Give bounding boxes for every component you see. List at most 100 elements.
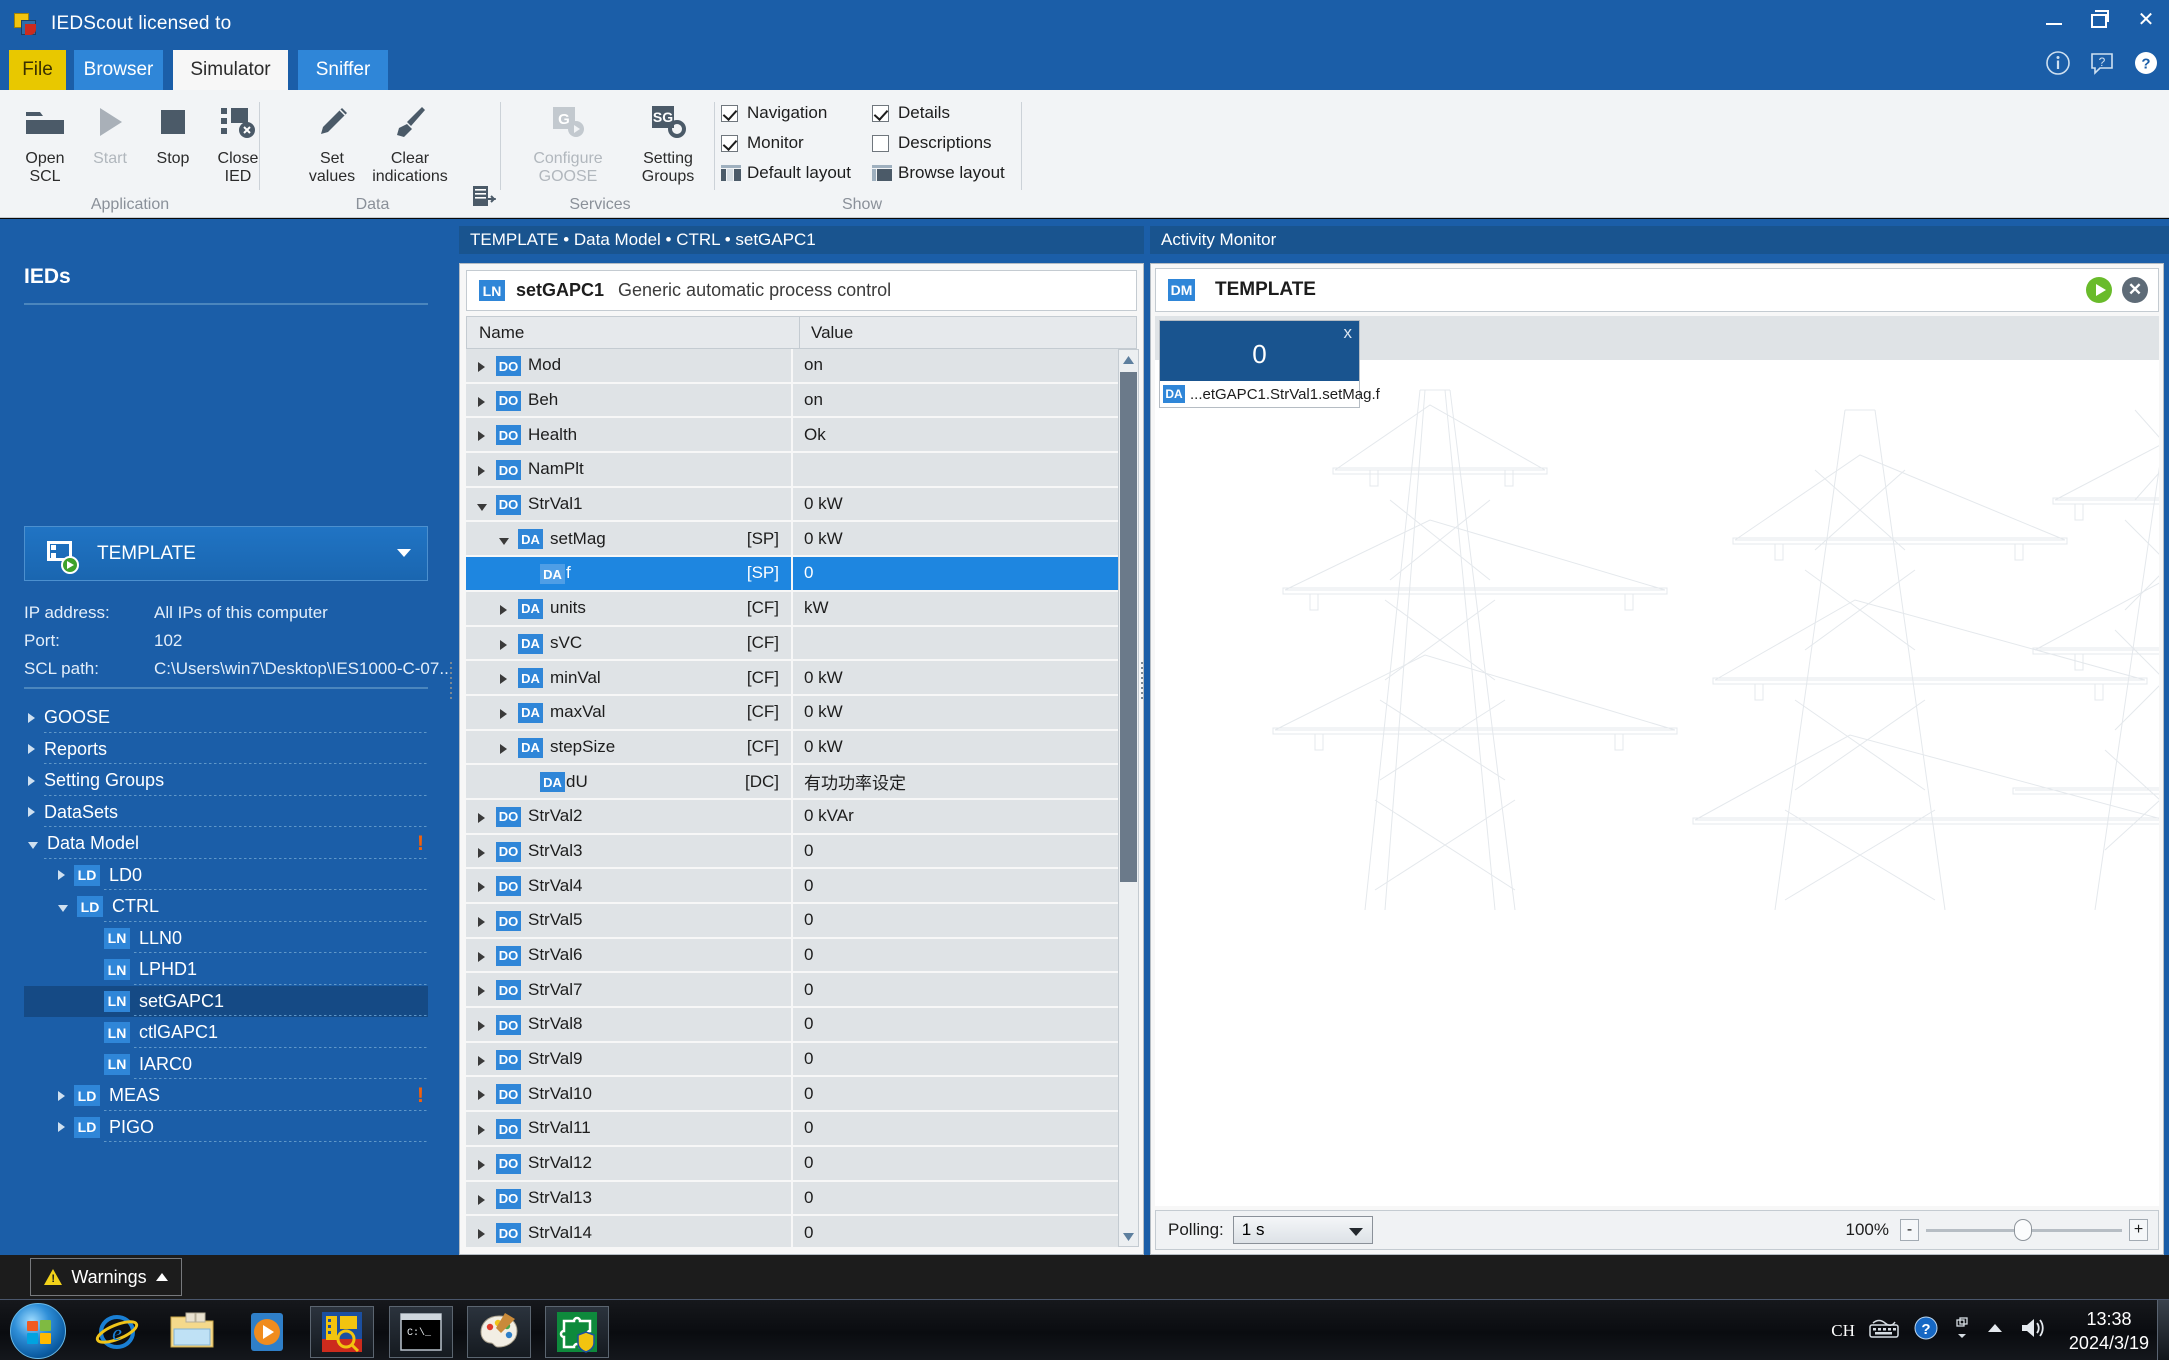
chevron-right-icon[interactable] — [478, 1021, 485, 1032]
table-row[interactable]: DA units [CF] kW — [466, 591, 1123, 627]
table-row[interactable]: DO StrVal9 0 — [466, 1042, 1123, 1078]
chevron-right-icon[interactable] — [478, 986, 485, 997]
table-row[interactable]: DA stepSize [CF] 0 kW — [466, 730, 1123, 766]
help-icon[interactable]: ? — [2133, 50, 2159, 76]
whats-this-icon[interactable]: ? — [2089, 50, 2115, 76]
tab-file[interactable]: File — [9, 50, 66, 90]
table-row[interactable]: DO StrVal13 0 — [466, 1181, 1123, 1217]
table-row[interactable]: DO StrVal14 0 — [466, 1216, 1123, 1247]
tree-item-setting-groups[interactable]: Setting Groups — [24, 765, 428, 797]
show-hidden-icons-icon[interactable] — [1985, 1321, 2005, 1340]
chevron-right-icon[interactable] — [478, 1055, 485, 1066]
chevron-down-icon[interactable] — [28, 841, 38, 849]
file-explorer-icon[interactable] — [160, 1306, 224, 1358]
table-row[interactable]: DO Mod on — [466, 349, 1123, 384]
paint-icon[interactable] — [467, 1306, 531, 1358]
scrollbar-thumb[interactable] — [1120, 372, 1137, 882]
zoom-slider-thumb[interactable] — [2014, 1219, 2032, 1241]
table-row[interactable]: DA sVC [CF] — [466, 626, 1123, 662]
chevron-right-icon[interactable] — [28, 775, 35, 786]
chevron-down-icon[interactable] — [58, 904, 68, 912]
chevron-right-icon[interactable] — [500, 708, 507, 719]
clear-indications-button[interactable]: Clear indications — [355, 98, 465, 186]
tree-item-pigo[interactable]: LD PIGO — [24, 1112, 428, 1144]
chevron-right-icon[interactable] — [500, 743, 507, 754]
chevron-right-icon[interactable] — [478, 847, 485, 858]
table-row[interactable]: DO StrVal6 0 — [466, 938, 1123, 974]
chevron-right-icon[interactable] — [478, 466, 485, 477]
chevron-right-icon[interactable] — [478, 1090, 485, 1101]
column-header-name[interactable]: Name — [467, 317, 800, 348]
table-row[interactable]: DA dU [DC] 有功功率设定 — [466, 765, 1123, 800]
default-layout-button[interactable]: Default layout — [721, 158, 851, 188]
table-row[interactable]: DA setMag [SP] 0 kW — [466, 522, 1123, 558]
tree-item-reports[interactable]: Reports — [24, 734, 428, 766]
chevron-right-icon[interactable] — [478, 396, 485, 407]
chevron-right-icon[interactable] — [478, 1125, 485, 1136]
chevron-right-icon[interactable] — [28, 744, 35, 755]
column-header-value[interactable]: Value — [800, 317, 1136, 348]
checkbox-descriptions[interactable]: Descriptions — [872, 128, 1005, 158]
tab-simulator[interactable]: Simulator — [173, 50, 288, 90]
language-indicator[interactable]: CH — [1831, 1321, 1855, 1341]
chevron-right-icon[interactable] — [478, 951, 485, 962]
tree-item-meas[interactable]: LD MEAS! — [24, 1080, 428, 1112]
command-prompt-icon[interactable]: C:\_ — [389, 1306, 453, 1358]
table-row[interactable]: DA maxVal [CF] 0 kW — [466, 695, 1123, 731]
chevron-right-icon[interactable] — [28, 807, 35, 818]
chevron-right-icon[interactable] — [478, 1194, 485, 1205]
chevron-down-icon[interactable] — [477, 503, 487, 511]
chevron-right-icon[interactable] — [28, 712, 35, 723]
export-report-icon[interactable] — [470, 185, 497, 211]
chevron-right-icon[interactable] — [478, 362, 485, 372]
chevron-right-icon[interactable] — [478, 1229, 485, 1240]
tree-item-setgapc1[interactable]: LN setGAPC1 — [24, 985, 428, 1017]
chevron-right-icon[interactable] — [58, 1122, 65, 1133]
zoom-in-button[interactable]: + — [2129, 1219, 2148, 1241]
checkbox-details[interactable]: Details — [872, 98, 1005, 128]
chevron-down-icon[interactable] — [499, 538, 509, 546]
scroll-up-button[interactable] — [1119, 350, 1138, 369]
setting-groups-button[interactable]: SG Setting Groups — [620, 98, 716, 186]
splitter-right[interactable] — [1140, 659, 1146, 707]
close-icon[interactable]: ✕ — [2122, 277, 2148, 303]
chevron-right-icon[interactable] — [500, 639, 507, 650]
zoom-slider[interactable] — [1926, 1219, 2122, 1241]
puzzle-app-icon[interactable] — [545, 1306, 609, 1358]
checkbox-monitor[interactable]: Monitor — [721, 128, 851, 158]
close-button[interactable]: ✕ — [2133, 6, 2159, 32]
chevron-right-icon[interactable] — [58, 870, 65, 881]
tab-browser[interactable]: Browser — [74, 50, 163, 90]
table-row[interactable]: DO Beh on — [466, 383, 1123, 419]
keyboard-icon[interactable] — [1869, 1318, 1899, 1343]
table-row[interactable]: DO StrVal7 0 — [466, 973, 1123, 1009]
browse-layout-button[interactable]: Browse layout — [872, 158, 1005, 188]
table-row[interactable]: DO StrVal2 0 kVAr — [466, 799, 1123, 835]
start-orb[interactable] — [10, 1303, 66, 1359]
zoom-out-button[interactable]: - — [1900, 1219, 1919, 1241]
ied-selector[interactable]: TEMPLATE — [24, 526, 428, 581]
minimize-button[interactable] — [2041, 6, 2067, 32]
tree-item-data-model[interactable]: Data Model! — [24, 828, 428, 860]
table-row[interactable]: DO StrVal8 0 — [466, 1008, 1123, 1043]
chevron-right-icon[interactable] — [478, 917, 485, 927]
iedscout-icon[interactable] — [310, 1306, 374, 1358]
monitor-tile[interactable]: x 0 DA ...etGAPC1.StrVal1.setMag.f — [1159, 320, 1380, 408]
chevron-right-icon[interactable] — [478, 431, 485, 442]
tree-item-ctlgapc1[interactable]: LN ctlGAPC1 — [24, 1017, 428, 1049]
internet-explorer-icon[interactable]: e — [85, 1306, 149, 1358]
tab-sniffer[interactable]: Sniffer — [298, 50, 388, 90]
play-icon[interactable] — [2086, 277, 2112, 303]
table-row[interactable]: DA minVal [CF] 0 kW — [466, 661, 1123, 696]
tree-item-goose[interactable]: GOOSE — [24, 702, 428, 734]
info-icon[interactable] — [2045, 50, 2071, 76]
tree-item-ld0[interactable]: LD LD0 — [24, 860, 428, 892]
polling-select[interactable]: 1 s — [1232, 1216, 1373, 1244]
tree-item-iarc0[interactable]: LN IARC0 — [24, 1049, 428, 1081]
table-row[interactable]: DO StrVal10 0 — [466, 1077, 1123, 1113]
chevron-right-icon[interactable] — [58, 1090, 65, 1101]
tree-item-ctrl[interactable]: LD CTRL — [24, 891, 428, 923]
restore-button[interactable] — [2087, 6, 2113, 32]
table-row[interactable]: DO StrVal5 0 — [466, 904, 1123, 939]
chevron-right-icon[interactable] — [478, 882, 485, 893]
